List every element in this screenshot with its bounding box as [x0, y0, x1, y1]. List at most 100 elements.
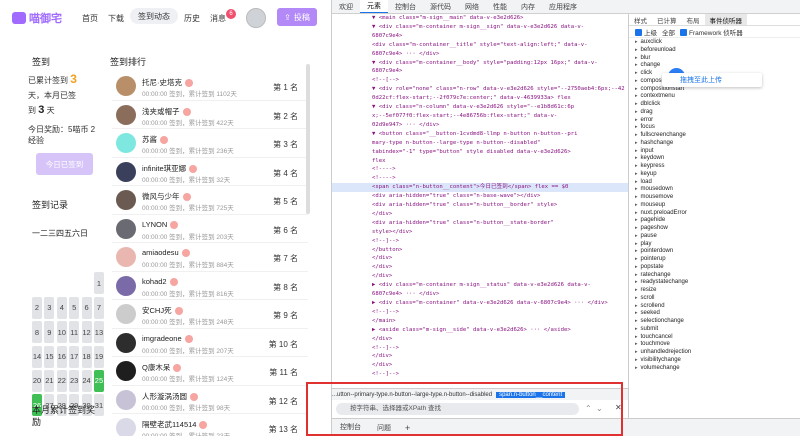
rank-name[interactable]: 苏酱: [142, 134, 168, 145]
event-listener-item[interactable]: ratechange: [629, 272, 800, 280]
event-listener-item[interactable]: blur: [629, 55, 800, 63]
rank-avatar[interactable]: [116, 389, 136, 410]
dom-node-line[interactable]: ▼ <div class="n-column" data-v-e3e2d626 …: [332, 103, 628, 112]
dom-node-line[interactable]: style></div>: [332, 228, 628, 237]
dom-node-line[interactable]: 6807c9e4> ··· </div>: [332, 290, 628, 299]
rank-row[interactable]: imgradeone 00:00:00 签到，累计签到 207天 第 10 名: [112, 329, 308, 357]
rank-name[interactable]: 微风与少年: [142, 191, 191, 202]
devtools-tab[interactable]: 网络: [458, 0, 486, 13]
dom-node-line[interactable]: x;--5ef077f0:flex-start;--4e86756b:flex-…: [332, 112, 628, 121]
rank-avatar[interactable]: [116, 104, 136, 125]
event-listener-item[interactable]: pointerup: [629, 256, 800, 264]
dom-node-line[interactable]: <!--]-->: [332, 370, 628, 379]
side-tab[interactable]: 事件侦听器: [704, 14, 747, 25]
event-listener-item[interactable]: scrollend: [629, 303, 800, 311]
rank-avatar[interactable]: [116, 247, 136, 267]
dom-node-line[interactable]: </div>: [332, 210, 628, 219]
nav-download[interactable]: 下载: [108, 13, 124, 24]
side-tab[interactable]: 布局: [682, 14, 705, 25]
devtools-tab[interactable]: 控制台: [388, 0, 423, 13]
dom-node-line[interactable]: mary-type n-button--large-type n-button-…: [332, 139, 628, 148]
dom-node-line[interactable]: ▼ <main class="m-sign__main" data-v-e3e2…: [332, 14, 628, 23]
event-listener-item[interactable]: touchcancel: [629, 334, 800, 342]
event-listener-item[interactable]: mouseup: [629, 202, 800, 210]
user-avatar[interactable]: [246, 8, 266, 28]
dom-node-line[interactable]: ▼ <div class="m-container m-sign__sign" …: [332, 23, 628, 32]
event-listener-item[interactable]: pointerdown: [629, 248, 800, 256]
event-listener-item[interactable]: auxclick: [629, 39, 800, 47]
dom-node-line[interactable]: 6807c9e4>: [332, 67, 628, 76]
event-listener-item[interactable]: mousedown: [629, 186, 800, 194]
dom-node-line[interactable]: <!---->: [332, 174, 628, 183]
rank-avatar[interactable]: [116, 161, 136, 182]
rank-name[interactable]: 托尼·史塔克: [142, 77, 193, 88]
rank-name[interactable]: Q康木呆: [142, 362, 182, 373]
rank-row[interactable]: kohad2 00:00:00 签到，累计签到 816天 第 8 名: [112, 272, 308, 300]
dom-node-line[interactable]: ▼ <div role="none" class="n-row" data-v-…: [332, 85, 628, 94]
event-listener-item[interactable]: unhandledrejection: [629, 349, 800, 357]
rank-row[interactable]: 微风与少年 00:00:00 签到，累计签到 725天 第 5 名: [112, 186, 308, 215]
rank-row[interactable]: infinite琪亚娜 00:00:00 签到，累计签到 32天 第 4 名: [112, 158, 308, 186]
rank-name[interactable]: 隔壁老武114514: [142, 419, 208, 430]
dom-node-line[interactable]: tabindex="-1" type="button" style disabl…: [332, 148, 628, 157]
drag-upload-tooltip[interactable]: 拖拽至此上传: [662, 73, 762, 87]
dom-node-line[interactable]: ▶ <aside class="m-sign__side" data-v-e3e…: [332, 326, 628, 335]
rank-name[interactable]: infinite琪亚娜: [142, 163, 198, 174]
event-listener-item[interactable]: keyup: [629, 171, 800, 179]
dom-node-line[interactable]: <div class="m-container__title" style="t…: [332, 41, 628, 50]
dom-node-line[interactable]: 0d22cf:flex-start;--2f079c7e:center;" da…: [332, 94, 628, 103]
event-listener-item[interactable]: pause: [629, 233, 800, 241]
event-listener-item[interactable]: pageshow: [629, 225, 800, 233]
rank-name[interactable]: LYNON: [142, 220, 179, 229]
rank-name[interactable]: 浅夹或帽子: [142, 106, 191, 117]
dom-node-line[interactable]: flex: [332, 157, 628, 166]
site-logo[interactable]: 喵御宅: [12, 10, 62, 26]
dom-node-line[interactable]: </div>: [332, 335, 628, 344]
rank-row[interactable]: 托尼·史塔克 00:00:00 签到，累计签到 1102天 第 1 名: [112, 72, 308, 101]
event-listener-item[interactable]: mousemove: [629, 194, 800, 202]
rank-row[interactable]: 安CHJ死 00:00:00 签到，累计签到 248天 第 9 名: [112, 300, 308, 329]
devtools-tab[interactable]: 源代码: [423, 0, 458, 13]
rank-scrollbar[interactable]: [306, 64, 310, 214]
dom-node-line[interactable]: <span class="n-button__content">今日已签到</s…: [332, 183, 628, 193]
event-listener-item[interactable]: touchmove: [629, 341, 800, 349]
rank-avatar[interactable]: [116, 190, 136, 210]
rank-row[interactable]: 苏酱 00:00:00 签到，累计签到 236天 第 3 名: [112, 129, 308, 158]
event-listener-item[interactable]: fullscreenchange: [629, 132, 800, 140]
dom-node-line[interactable]: </div>: [332, 272, 628, 281]
dom-node-line[interactable]: </div>: [332, 352, 628, 361]
event-listener-item[interactable]: submit: [629, 326, 800, 334]
rank-avatar[interactable]: [116, 275, 136, 296]
rank-row[interactable]: amiaodesu 00:00:00 签到，累计签到 884天 第 7 名: [112, 243, 308, 272]
dom-node-line[interactable]: ▶ <div class="m-container" data-v-e3e2d6…: [332, 299, 628, 308]
dom-node-line[interactable]: <!---->: [332, 165, 628, 174]
dom-node-line[interactable]: <!--]-->: [332, 308, 628, 317]
rank-row[interactable]: LYNON 00:00:00 签到，累计签到 203天 第 6 名: [112, 215, 308, 243]
post-button[interactable]: ⇪ 投稿: [277, 8, 317, 26]
dom-node-line[interactable]: <div aria-hidden="true" class="n-button_…: [332, 219, 628, 228]
event-listener-item[interactable]: popstate: [629, 264, 800, 272]
devtools-tab[interactable]: 应用程序: [542, 0, 584, 13]
dom-node-line[interactable]: ▼ <button class="__button-1cvdmd8-llmp n…: [332, 130, 628, 139]
framework-checkbox[interactable]: Framework 侦听器: [680, 27, 743, 37]
devtools-tab[interactable]: 欢迎: [332, 0, 360, 13]
rank-avatar[interactable]: [116, 418, 136, 436]
rank-avatar[interactable]: [116, 133, 136, 153]
rank-name[interactable]: imgradeone: [142, 334, 193, 343]
devtools-tab[interactable]: 性能: [486, 0, 514, 13]
rank-row[interactable]: Q康木呆 00:00:00 签到，累计签到 124天 第 11 名: [112, 357, 308, 386]
event-listener-item[interactable]: change: [629, 62, 800, 70]
filter-select[interactable]: 全部: [662, 27, 675, 37]
rank-name[interactable]: 人形漩涡汤圆: [142, 391, 198, 402]
event-listener-item[interactable]: seeked: [629, 310, 800, 318]
nav-history[interactable]: 历史: [184, 13, 200, 24]
dom-node-line[interactable]: <div aria-hidden="true" class="n-base-wa…: [332, 192, 628, 201]
event-listener-item[interactable]: drag: [629, 109, 800, 117]
event-listener-item[interactable]: input: [629, 148, 800, 156]
nav-messages[interactable]: 消息: [210, 13, 226, 24]
nav-sign-active[interactable]: 签到 动态: [130, 8, 178, 24]
rank-row[interactable]: 隔壁老武11451400:00:00 签到，累计签到 23天 第 13 名: [112, 414, 308, 436]
rank-avatar[interactable]: [116, 361, 136, 381]
event-listener-item[interactable]: beforeunload: [629, 47, 800, 55]
dom-node-line[interactable]: ▶ <div class="m-container m-sign__status…: [332, 281, 628, 290]
